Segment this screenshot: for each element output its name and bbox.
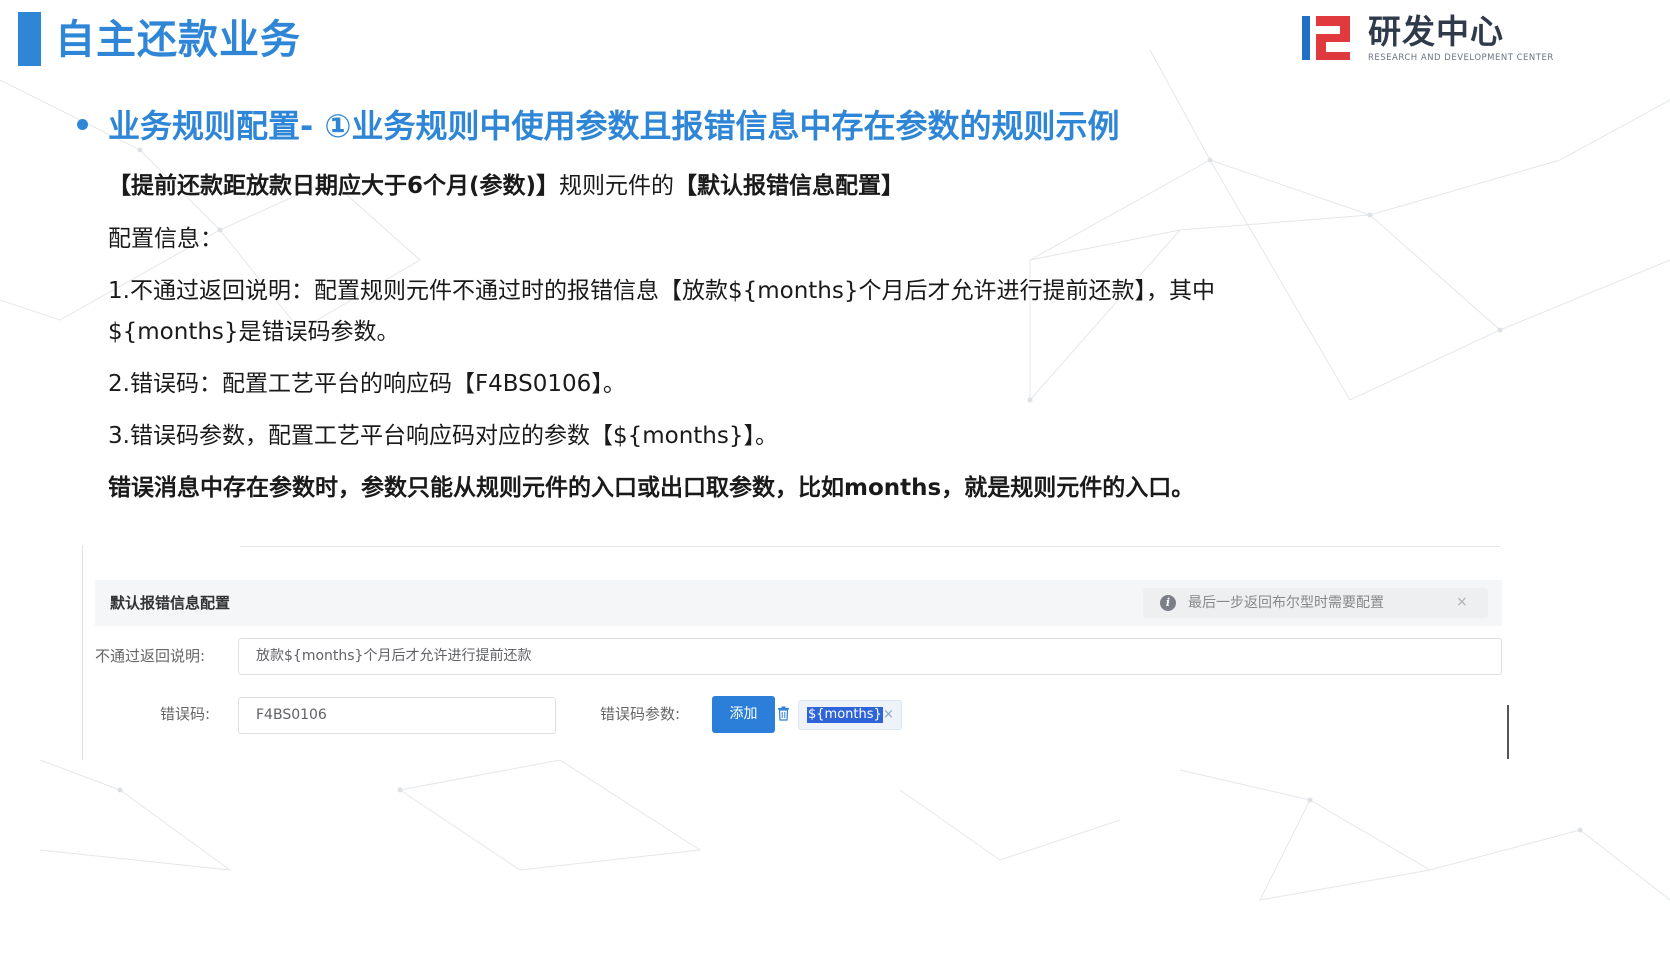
error-code-input[interactable]: F4BS0106 bbox=[238, 697, 556, 734]
config-info-heading: 配置信息： bbox=[108, 226, 223, 252]
logo-chinese-text: 研发中心 bbox=[1368, 12, 1504, 51]
reason-input[interactable]: 放款${months}个月后才允许进行提前还款 bbox=[238, 638, 1502, 675]
rule-description-line: 【提前还款距放款日期应大于6个月(参数)】规则元件的【默认报错信息配置】 bbox=[108, 168, 904, 204]
step-1-continuation: ${months}是错误码参数。 bbox=[108, 319, 400, 345]
logo-mark-icon bbox=[1302, 16, 1350, 60]
trash-icon[interactable] bbox=[777, 706, 790, 721]
rule-name-text: 【提前还款距放款日期应大于6个月(参数)】 bbox=[108, 173, 560, 199]
step-3-text: 3.错误码参数，配置工艺平台响应码对应的参数【${months}】。 bbox=[108, 423, 778, 449]
config-name-text: 【默认报错信息配置】 bbox=[674, 173, 905, 199]
panel-left-border bbox=[82, 545, 83, 760]
form-title: 默认报错信息配置 bbox=[110, 594, 231, 612]
text-cursor bbox=[1507, 705, 1509, 759]
error-param-label: 错误码参数: bbox=[600, 705, 681, 723]
company-logo: 研发中心 RESEARCH AND DEVELOPMENT CENTER bbox=[1302, 12, 1553, 68]
step-2-text: 2.错误码：配置工艺平台的响应码【F4BS0106】。 bbox=[108, 371, 626, 397]
rule-connector-text: 规则元件的 bbox=[559, 173, 675, 199]
error-code-label: 错误码: bbox=[160, 705, 211, 723]
param-tag-text: ${months} bbox=[807, 707, 883, 723]
title-accent-bar bbox=[18, 12, 41, 66]
note-text: 错误消息中存在参数时，参数只能从规则元件的入口或出口取参数，比如months，就… bbox=[108, 475, 1195, 501]
tip-text: 最后一步返回布尔型时需要配置 bbox=[1188, 595, 1384, 611]
page-title: 自主还款业务 bbox=[55, 17, 301, 63]
close-icon[interactable]: × bbox=[883, 706, 894, 724]
param-tag: ${months} × bbox=[798, 700, 902, 730]
reason-label: 不通过返回说明: bbox=[95, 647, 206, 665]
section-title: 业务规则配置- ①业务规则中使用参数且报错信息中存在参数的规则示例 bbox=[108, 107, 1120, 145]
step-1-text: 1.不通过返回说明：配置规则元件不通过时的报错信息【放款${months}个月后… bbox=[108, 278, 1215, 304]
panel-divider bbox=[240, 546, 1500, 547]
section-bullet bbox=[77, 119, 88, 130]
tip-close-button[interactable]: × bbox=[1456, 592, 1468, 612]
tip-banner: i 最后一步返回布尔型时需要配置 × bbox=[1143, 588, 1488, 618]
logo-english-text: RESEARCH AND DEVELOPMENT CENTER bbox=[1368, 53, 1554, 63]
info-icon: i bbox=[1160, 595, 1176, 611]
add-param-button[interactable]: 添加 bbox=[712, 696, 775, 733]
